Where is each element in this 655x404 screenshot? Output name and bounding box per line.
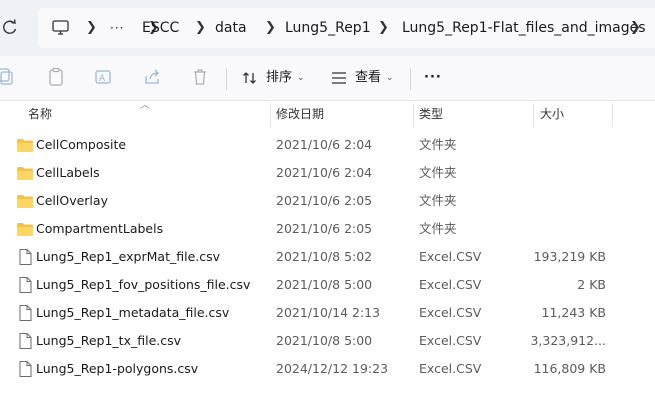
- command-bar: A 排序 ⌄ 查看 ⌄ ···: [0, 56, 655, 101]
- file-name: CellOverlay: [36, 193, 108, 208]
- breadcrumb-item-lung5-rep1[interactable]: Lung5_Rep1: [285, 8, 371, 48]
- file-date: 2024/12/12 19:23: [276, 361, 389, 376]
- column-divider[interactable]: [533, 103, 534, 127]
- file-name: Lung5_Rep1_metadata_file.csv: [36, 305, 230, 320]
- file-row[interactable]: Lung5_Rep1-polygons.csv 2024/12/12 19:23…: [0, 355, 655, 383]
- address-bar: ❯ ··· ❯ ESCC ❯ data ❯ Lung5_Rep1 ❯ Lung5…: [0, 0, 655, 56]
- file-date: 2021/10/8 5:00: [276, 333, 373, 348]
- sort-ascending-icon: ︿: [140, 100, 150, 111]
- copy-icon[interactable]: [0, 67, 16, 87]
- column-name[interactable]: 名称: [28, 100, 52, 130]
- file-name: Lung5_Rep1-polygons.csv: [36, 361, 199, 376]
- file-date: 2021/10/14 2:13: [276, 305, 381, 320]
- sort-label: 排序: [266, 70, 293, 85]
- chevron-right-icon[interactable]: ❯: [378, 8, 389, 48]
- file-type: 文件夹: [419, 137, 457, 152]
- file-name: CellLabels: [36, 165, 100, 180]
- toolbar-divider: [410, 68, 411, 90]
- file-date: 2021/10/6 2:04: [276, 137, 373, 152]
- file-date: 2021/10/8 5:00: [276, 277, 373, 292]
- file-row[interactable]: Lung5_Rep1_fov_positions_file.csv 2021/1…: [0, 271, 655, 299]
- sort-button[interactable]: 排序 ⌄: [242, 56, 312, 100]
- column-size[interactable]: 大小: [540, 100, 564, 130]
- delete-icon[interactable]: [190, 67, 210, 87]
- rename-icon[interactable]: A: [94, 67, 114, 87]
- view-icon: [332, 72, 346, 84]
- file-row[interactable]: Lung5_Rep1_tx_file.csv 2021/10/8 5:00 Ex…: [0, 327, 655, 355]
- breadcrumb-item-flat-files[interactable]: Lung5_Rep1-Flat_files_and_images: [402, 8, 646, 48]
- file-row[interactable]: CellOverlay 2021/10/6 2:05 文件夹: [0, 187, 655, 215]
- view-button[interactable]: 查看 ⌄: [331, 56, 401, 100]
- sort-icon: [243, 72, 256, 84]
- file-row[interactable]: CompartmentLabels 2021/10/6 2:05 文件夹: [0, 215, 655, 243]
- folder-icon: [17, 167, 33, 180]
- breadcrumb-item-escc[interactable]: ESCC: [142, 8, 179, 48]
- column-divider[interactable]: [413, 103, 414, 127]
- file-size: 11,243 KB: [541, 305, 606, 320]
- document-icon: [19, 305, 32, 321]
- file-type: 文件夹: [419, 221, 457, 236]
- column-divider[interactable]: [612, 103, 613, 127]
- file-size: 116,809 KB: [533, 361, 606, 376]
- folder-icon: [17, 195, 33, 208]
- document-icon: [19, 361, 32, 377]
- file-date: 2021/10/6 2:05: [276, 193, 373, 208]
- file-date: 2021/10/8 5:02: [276, 249, 373, 264]
- file-type: Excel.CSV: [419, 277, 482, 292]
- column-divider[interactable]: [270, 103, 271, 127]
- refresh-icon[interactable]: [2, 18, 18, 36]
- chevron-down-icon: ⌄: [386, 73, 394, 83]
- file-type: Excel.CSV: [419, 361, 482, 376]
- view-label: 查看: [355, 70, 382, 85]
- file-type: Excel.CSV: [419, 333, 482, 348]
- breadcrumb[interactable]: ❯ ··· ❯ ESCC ❯ data ❯ Lung5_Rep1 ❯ Lung5…: [38, 8, 655, 48]
- svg-text:A: A: [99, 74, 106, 84]
- document-icon: [19, 277, 32, 293]
- column-date[interactable]: 修改日期: [276, 100, 324, 130]
- file-type: Excel.CSV: [419, 305, 482, 320]
- share-icon[interactable]: [143, 67, 163, 87]
- file-type: 文件夹: [419, 165, 457, 180]
- column-type[interactable]: 类型: [419, 100, 443, 130]
- chevron-right-icon[interactable]: ❯: [86, 8, 97, 48]
- file-type: Excel.CSV: [419, 249, 482, 264]
- folder-icon: [17, 223, 33, 236]
- breadcrumb-more[interactable]: ···: [110, 8, 124, 48]
- document-icon: [19, 249, 32, 265]
- file-date: 2021/10/6 2:05: [276, 221, 373, 236]
- folder-icon: [17, 139, 33, 152]
- breadcrumb-item-data[interactable]: data: [215, 8, 247, 48]
- file-row[interactable]: CellLabels 2021/10/6 2:04 文件夹: [0, 159, 655, 187]
- file-name: CellComposite: [36, 137, 127, 152]
- chevron-right-icon[interactable]: ❯: [195, 8, 206, 48]
- file-size: 3,323,912...: [530, 333, 606, 348]
- computer-icon[interactable]: [52, 20, 69, 36]
- file-name: Lung5_Rep1_tx_file.csv: [36, 333, 182, 348]
- file-size: 2 KB: [577, 277, 606, 292]
- toolbar-divider: [226, 68, 227, 90]
- chevron-down-icon: ⌄: [297, 73, 305, 83]
- file-row[interactable]: Lung5_Rep1_exprMat_file.csv 2021/10/8 5:…: [0, 243, 655, 271]
- chevron-right-icon[interactable]: ❯: [630, 8, 641, 48]
- file-type: 文件夹: [419, 193, 457, 208]
- file-date: 2021/10/6 2:04: [276, 165, 373, 180]
- column-header: ︿ 名称 修改日期 类型 大小: [0, 100, 655, 130]
- more-options-button[interactable]: ···: [424, 56, 442, 100]
- file-size: 193,219 KB: [533, 249, 606, 264]
- chevron-right-icon[interactable]: ❯: [265, 8, 276, 48]
- file-row[interactable]: CellComposite 2021/10/6 2:04 文件夹: [0, 131, 655, 159]
- file-name: Lung5_Rep1_exprMat_file.csv: [36, 249, 221, 264]
- paste-icon[interactable]: [46, 67, 66, 87]
- file-name: Lung5_Rep1_fov_positions_file.csv: [36, 277, 251, 292]
- file-row[interactable]: Lung5_Rep1_metadata_file.csv 2021/10/14 …: [0, 299, 655, 327]
- file-name: CompartmentLabels: [36, 221, 164, 236]
- document-icon: [19, 333, 32, 349]
